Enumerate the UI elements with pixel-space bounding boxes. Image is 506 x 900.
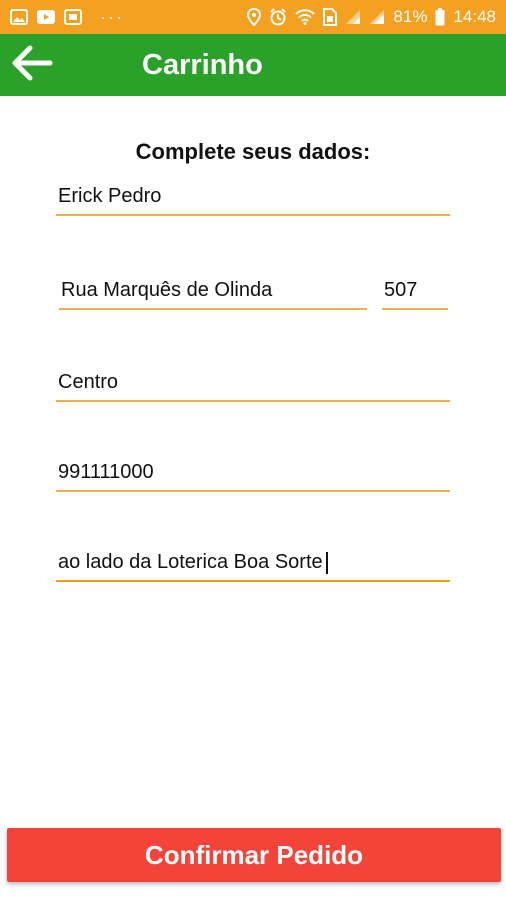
street-field[interactable]: Rua Marquês de Olinda — [59, 274, 367, 310]
phone-field[interactable]: 991111000 — [56, 456, 450, 492]
wifi-icon — [295, 9, 316, 25]
back-button[interactable] — [0, 34, 64, 96]
reference-field[interactable]: ao lado da Loterica Boa Sorte — [56, 546, 450, 582]
youtube-icon — [36, 9, 56, 25]
battery-percent: 81% — [393, 7, 428, 26]
confirm-order-button[interactable]: Confirmar Pedido — [7, 828, 501, 882]
status-right: 81% 14:48 — [247, 7, 496, 27]
form-heading: Complete seus dados: — [135, 139, 371, 164]
status-left: ··· — [10, 7, 124, 28]
page-title: Carrinho — [142, 48, 263, 81]
status-bar: ··· 81% 14:48 — [0, 0, 506, 34]
signal-icon — [345, 9, 361, 25]
neighborhood-value: Centro — [58, 371, 119, 393]
signal-icon — [369, 9, 385, 25]
name-value: Erick Pedro — [58, 185, 162, 207]
number-value: 507 — [384, 279, 418, 301]
clock: 14:48 — [453, 7, 496, 26]
phone-value: 991111000 — [58, 461, 154, 483]
arrow-left-icon — [10, 43, 54, 88]
name-field[interactable]: Erick Pedro — [56, 180, 450, 216]
app-bar: Carrinho — [0, 34, 506, 96]
alarm-icon — [269, 8, 287, 26]
number-field[interactable]: 507 — [382, 274, 448, 310]
video-icon — [64, 9, 82, 25]
location-icon — [247, 8, 262, 26]
street-value: Rua Marquês de Olinda — [61, 279, 273, 301]
reference-value: ao lado da Loterica Boa Sorte — [58, 551, 323, 573]
gallery-icon — [10, 9, 28, 25]
battery-icon — [435, 8, 445, 26]
text-cursor — [325, 552, 328, 574]
sim-icon — [323, 8, 338, 26]
status-dots: ··· — [100, 6, 124, 27]
neighborhood-field[interactable]: Centro — [56, 366, 450, 402]
